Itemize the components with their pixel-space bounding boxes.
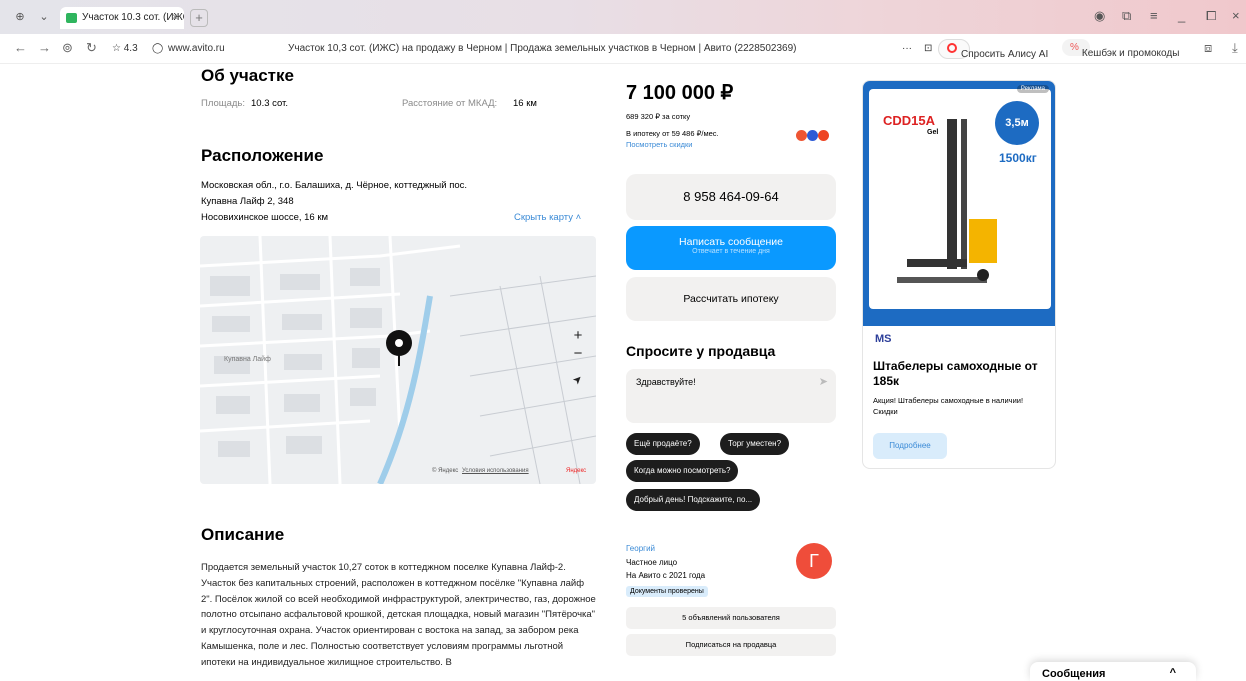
reader-icon[interactable]: ⊚ xyxy=(62,40,73,56)
address-bar: ← → ⊚ ↻ ☆ 4.3 ◯ www.avito.ru Участок 10,… xyxy=(0,34,1246,64)
question-input-value: Здравствуйте! xyxy=(636,377,696,387)
downloads-icon[interactable]: ◉ xyxy=(1094,8,1105,24)
restore-icon[interactable]: ⧠ xyxy=(1206,8,1216,24)
ad-title[interactable]: Штабелеры самоходные от 185к xyxy=(873,359,1049,389)
messages-label: Сообщения xyxy=(1042,668,1106,680)
download-icon[interactable]: ⤓ xyxy=(1232,40,1238,56)
chevron-up-icon[interactable]: ^ xyxy=(1170,667,1176,679)
about-title: Об участке xyxy=(201,66,294,85)
zoom-in-button[interactable]: + xyxy=(568,326,588,346)
description-text: Продается земельный участок 10,27 соток … xyxy=(201,562,596,668)
ad-image: Реклама CDD15A Gel 3,5м 1500кг xyxy=(863,81,1055,326)
ad-badge: Реклама xyxy=(1016,85,1049,93)
ask-seller-title: Спросите у продавца xyxy=(626,343,776,359)
location-title: Расположение xyxy=(201,146,324,165)
url-domain[interactable]: www.avito.ru xyxy=(168,43,225,54)
alice-label: Спросить Алису AI xyxy=(961,49,1049,60)
message-button-sub: Отвечает в течение дня xyxy=(692,248,770,255)
extensions-icon[interactable]: ⧈ xyxy=(1204,40,1212,56)
menu-icon[interactable]: ≡ xyxy=(1150,8,1158,23)
tab-close-icon[interactable]: × xyxy=(172,7,178,29)
browser-tab[interactable]: Участок 10.3 сот. (ИЖС × xyxy=(60,7,184,29)
distance-value: 16 км xyxy=(513,98,537,109)
page-title-bar[interactable]: Участок 10,3 сот. (ИЖС) на продажу в Чер… xyxy=(288,43,888,54)
bookmark-icon[interactable]: ⊡ xyxy=(924,43,932,54)
browser-tab-bar: ⊕ ⌄ Участок 10.3 сот. (ИЖС × + ◉ ⧉ ≡ _ ⧠… xyxy=(0,0,1246,34)
avito-favicon-icon xyxy=(66,13,77,23)
seller-since: На Авито с 2021 года xyxy=(626,571,706,580)
messages-widget[interactable]: Сообщения ^ xyxy=(1030,662,1196,681)
ad-banner[interactable]: Реклама CDD15A Gel 3,5м 1500кг MS Штабел… xyxy=(862,80,1056,469)
bank-logo-icon xyxy=(818,130,829,141)
question-chip[interactable]: Когда можно посмотреть? xyxy=(626,460,739,482)
protect-icon: ◯ xyxy=(152,43,164,54)
seller-type: Частное лицо xyxy=(626,558,678,567)
map-attribution: © Яндекс xyxy=(432,468,459,474)
map-terms-link[interactable]: Условия использования xyxy=(462,468,529,474)
tab-title: Участок 10.3 сот. (ИЖС xyxy=(82,12,184,23)
alice-icon xyxy=(947,43,957,53)
close-window-icon[interactable]: × xyxy=(1232,8,1240,23)
yandex-logo: Яндекс xyxy=(566,468,587,474)
seller-listings-button[interactable]: 5 объявлений пользователя xyxy=(626,607,836,629)
message-button-label: Написать сообщение xyxy=(679,236,783,248)
bank-logo-icon xyxy=(796,130,807,141)
map-pin-stem xyxy=(398,354,400,366)
ad-text: Акция! Штабелеры самоходные в наличии! С… xyxy=(873,396,1024,416)
address-line-2: Купавна Лайф 2, 348 xyxy=(201,196,294,207)
hide-map-link[interactable]: Скрыть карту ˄ xyxy=(514,212,581,223)
discounts-link[interactable]: Посмотреть скидки xyxy=(626,140,693,149)
question-chip[interactable]: Торг уместен? xyxy=(720,433,790,455)
area-label: Площадь: xyxy=(201,98,245,109)
cashback-label: Кешбэк и промокоды xyxy=(1081,48,1180,59)
bank-logo-icon xyxy=(807,130,818,141)
back-icon[interactable]: ← xyxy=(14,40,27,55)
reload-icon[interactable]: ↻ xyxy=(86,40,97,56)
price-per-sotka: 689 320 ₽ за сотку xyxy=(626,112,691,121)
address-line-1: Московская обл., г.о. Балашиха, д. Чёрно… xyxy=(201,180,468,191)
minimize-icon[interactable]: _ xyxy=(1178,8,1185,23)
percent-icon: % xyxy=(1070,42,1079,53)
price: 7 100 000 ₽ xyxy=(626,82,734,104)
alice-button[interactable]: Спросить Алису AI xyxy=(938,39,1048,60)
zoom-out-button[interactable]: − xyxy=(568,344,588,364)
site-rating[interactable]: ☆ 4.3 xyxy=(112,43,138,54)
phone-button[interactable]: 8 958 464-09-64 xyxy=(626,174,836,220)
address-line-3: Носовихинское шоссе, 16 км xyxy=(201,212,329,223)
stacker-image xyxy=(897,119,997,283)
area-value: 10.3 сот. xyxy=(251,98,288,109)
cashback-button[interactable]: % Кешбэк и промокоды xyxy=(1062,39,1179,59)
browser-menu-icon[interactable]: ⊕ xyxy=(10,9,30,25)
mortgage-button[interactable]: Рассчитать ипотеку xyxy=(626,277,836,321)
question-chip[interactable]: Добрый день! Подскажите, по... xyxy=(626,489,761,511)
map-pin-icon xyxy=(386,330,412,356)
distance-label: Расстояние от МКАД: xyxy=(402,98,498,109)
mortgage-text: В ипотеку от 59 486 ₽/мес. xyxy=(626,129,719,138)
description-title: Описание xyxy=(201,525,285,544)
avatar[interactable]: Г xyxy=(796,543,832,579)
verified-badge: Документы проверены xyxy=(626,586,708,597)
ad-details-button[interactable]: Подробнее xyxy=(873,433,947,459)
question-chip[interactable]: Ещё продаёте? xyxy=(626,433,700,455)
map-village-label: Купавна Лайф xyxy=(224,356,271,363)
question-input[interactable]: Здравствуйте! ➤ xyxy=(626,369,836,423)
subscribe-button[interactable]: Подписаться на продавца xyxy=(626,634,836,656)
more-icon[interactable]: ··· xyxy=(902,43,912,54)
tab-list-chevron-icon[interactable]: ⌄ xyxy=(34,9,54,25)
bookmarks-icon[interactable]: ⧉ xyxy=(1122,8,1131,24)
message-button[interactable]: Написать сообщение Отвечает в течение дн… xyxy=(626,226,836,270)
send-icon[interactable]: ➤ xyxy=(819,375,828,388)
ad-logo: MS xyxy=(875,333,892,345)
new-tab-button[interactable]: + xyxy=(190,9,208,27)
forward-icon[interactable]: → xyxy=(38,40,51,55)
seller-name[interactable]: Георгий xyxy=(626,544,655,553)
